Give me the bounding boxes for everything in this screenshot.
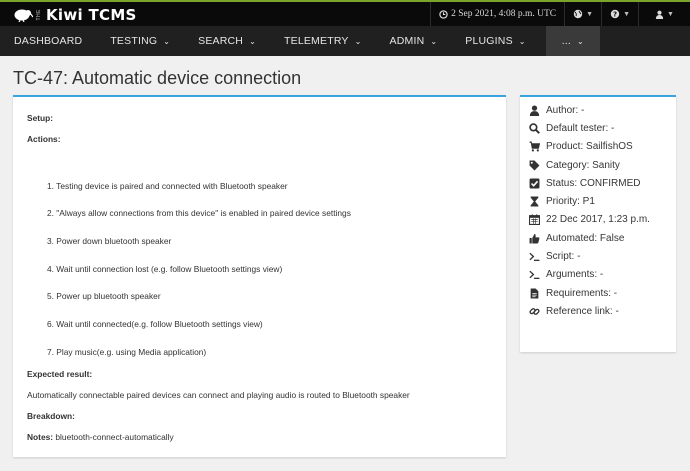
chevron-down-icon: ▼ [667,10,674,18]
nav-telemetry[interactable]: TELEMETRY ⌄ [270,26,376,56]
globe-icon [573,9,583,19]
chevron-down-icon: ▼ [586,10,594,18]
user-menu[interactable]: ▼ [638,2,690,26]
brand-prefix: THE [36,9,42,21]
list-item: 7. Play music(e.g. using Media applicati… [47,347,207,357]
detail-script: Script: - [528,247,668,265]
list-item: 5. Power up bluetooth speaker [47,291,161,301]
nav-plugins[interactable]: PLUGINS ⌄ [451,26,539,56]
nav-dashboard[interactable]: DASHBOARD [0,26,96,56]
expected-result-text: Automatically connectable paired devices… [27,390,410,400]
calendar-icon [528,214,540,226]
detail-arguments: Arguments: - [528,266,668,284]
main-navigation: DASHBOARD TESTING ⌄ SEARCH ⌄ TELEMETRY ⌄ AD… [0,26,690,56]
testcase-text-card: Setup: Actions: 1. Testing device is pai… [13,95,506,457]
server-datetime: 2 Sep 2021, 4:08 p.m. UTC [430,2,564,26]
actions-label: Actions: [27,134,61,144]
file-text-icon [530,288,538,299]
nav-admin[interactable]: ADMIN ⌄ [376,26,452,56]
list-item: 1. Testing device is paired and connecte… [47,181,288,191]
detail-created: 22 Dec 2017, 1:23 p.m. [528,211,668,229]
detail-priority: Priority: P1 [528,192,668,210]
notes-text: bluetooth-connect-automatically [55,432,174,442]
brand-logo[interactable]: THE Kiwi TCMS [13,6,137,24]
kiwi-bird-icon [14,9,33,22]
search-icon [528,123,540,134]
list-item: 2. "Always allow connections from this d… [47,208,351,218]
chevron-down-icon: ⌄ [518,36,526,46]
shopping-cart-icon [529,141,540,152]
detail-requirements: Requirements: - [528,284,668,302]
page-title: TC-47: Automatic device connection [13,68,302,88]
nav-testing[interactable]: TESTING ⌄ [96,26,184,56]
terminal-icon [528,271,539,280]
chevron-down-icon: ⌄ [163,36,171,46]
language-menu[interactable]: ▼ [564,2,601,26]
top-bar: THE Kiwi TCMS 2 Sep 2021, 4:08 p.m. UTC … [0,0,690,26]
hourglass-icon [530,196,538,207]
detail-default-tester: Default tester: - [528,119,668,137]
detail-automated: Automated: False [528,229,668,247]
check-square-icon [529,178,539,189]
user-icon [529,105,539,116]
link-icon [528,307,540,315]
detail-status: Status: CONFIRMED [528,174,668,192]
chevron-down-icon: ⌄ [249,36,256,46]
chevron-down-icon: ▼ [623,10,630,18]
thumbs-up-icon [529,233,539,244]
detail-author: Author: - [528,101,668,119]
clock-icon [439,9,448,19]
notes-label: Notes: [27,432,54,442]
detail-reference-link: Reference link: - [528,302,668,320]
testcase-details-card: Author: - Default tester: - Product: Sai… [520,95,676,352]
question-circle-icon: ? [610,9,620,19]
detail-product: Product: SailfishOS [528,138,668,156]
setup-label: Setup: [27,113,54,123]
datetime-text: 2 Sep 2021, 4:08 p.m. UTC [451,9,557,19]
chevron-down-icon: ⌄ [354,36,362,46]
tag-icon [529,160,539,170]
expected-result-label: Expected result: [27,369,93,379]
list-item: 4. Wait until connection lost (e.g. foll… [47,264,283,274]
brand-name: Kiwi TCMS [46,6,137,24]
detail-category: Category: Sanity [528,156,668,174]
breakdown-label: Breakdown: [27,411,75,421]
svg-text:?: ? [613,11,617,19]
help-menu[interactable]: ? ▼ [601,2,638,26]
nav-more[interactable]: ... ⌄ [545,26,600,56]
chevron-down-icon: ⌄ [577,36,584,46]
nav-search[interactable]: SEARCH ⌄ [184,26,270,56]
list-item: 6. Wait until connected(e.g. follow Blue… [47,319,263,329]
notes: Notes: bluetooth-connect-automatically [27,432,174,442]
user-icon [655,10,664,19]
chevron-down-icon: ⌄ [430,36,438,46]
terminal-icon [528,252,539,262]
list-item: 3. Power down bluetooth speaker [47,236,172,246]
